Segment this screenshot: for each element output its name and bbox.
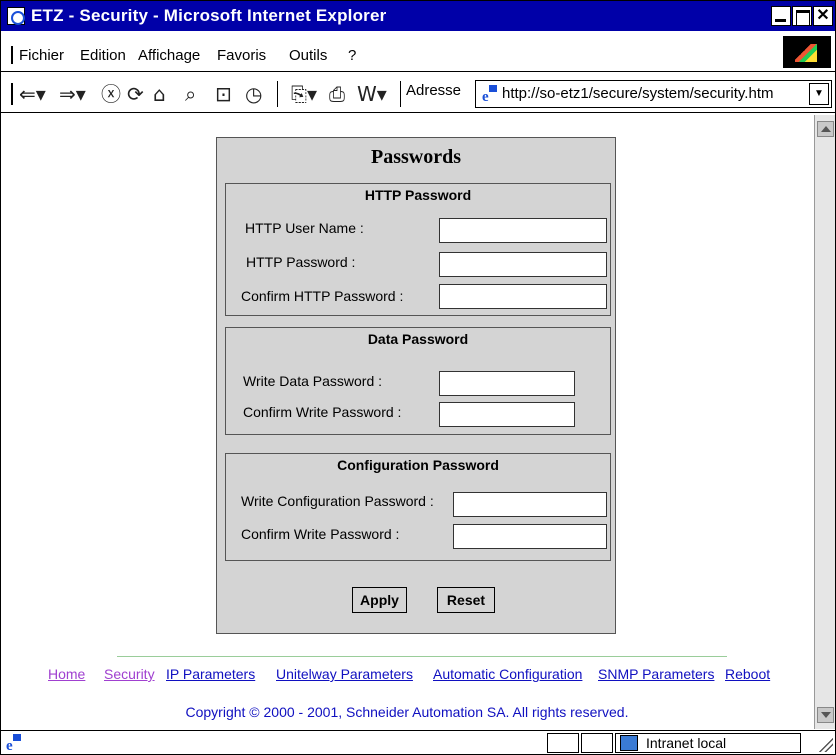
status-panel	[547, 733, 579, 753]
menu-grip[interactable]	[11, 46, 13, 64]
forward-icon[interactable]: ⇒▾	[59, 82, 86, 106]
nav-link-automatic-configuration[interactable]: Automatic Configuration	[433, 666, 582, 682]
title-bar[interactable]: ETZ - Security - Microsoft Internet Expl…	[1, 1, 835, 31]
configuration-password-title: Configuration Password	[337, 457, 499, 473]
panel-title: Passwords	[370, 146, 461, 168]
write-data-password-label: Write Data Password :	[243, 373, 383, 389]
passwords-panel: Passwords HTTP Password HTTP User Name :…	[216, 137, 616, 634]
confirm-http-password-label: Confirm HTTP Password :	[241, 288, 404, 304]
menu-outils[interactable]: Outils	[289, 47, 327, 64]
http-password-label: HTTP Password :	[246, 254, 356, 270]
confirm-write-configuration-password-input[interactable]	[453, 524, 607, 549]
edit-icon[interactable]: W▾	[357, 82, 387, 106]
status-bar: e Intranet local	[1, 730, 835, 754]
address-dropdown-icon[interactable]: ▼	[809, 83, 829, 105]
toolbar-separator	[400, 81, 401, 107]
nav-link-security[interactable]: Security	[104, 666, 155, 682]
internet-explorer-icon	[7, 7, 25, 25]
http-password-input[interactable]	[439, 252, 607, 277]
security-zone-label: Intranet local	[646, 735, 727, 751]
back-icon[interactable]: ⇐▾	[19, 82, 46, 106]
page-status-icon: e	[4, 734, 22, 752]
data-password-group: Data Password Write Data Password : Conf…	[225, 327, 611, 435]
write-configuration-password-label: Write Configuration Password :	[241, 493, 434, 509]
nav-link-reboot[interactable]: Reboot	[725, 666, 770, 682]
http-user-name-label: HTTP User Name :	[245, 220, 364, 236]
scroll-down-icon[interactable]	[817, 707, 834, 723]
confirm-write-data-password-label: Confirm Write Password :	[243, 404, 402, 420]
nav-link-unitelway-parameters[interactable]: Unitelway Parameters	[276, 666, 413, 682]
window-title: ETZ - Security - Microsoft Internet Expl…	[31, 6, 387, 25]
menu-bar: Fichier Edition Affichage Favoris Outils…	[1, 32, 835, 72]
svg-text:e: e	[6, 738, 13, 752]
confirm-http-password-input[interactable]	[439, 284, 607, 309]
confirm-write-configuration-password-label: Confirm Write Password :	[241, 526, 400, 542]
http-user-name-input[interactable]	[439, 218, 607, 243]
home-icon[interactable]: ⌂	[153, 82, 166, 106]
toolbar-grip[interactable]	[11, 83, 13, 105]
page-icon: e	[480, 85, 498, 103]
toolbar-separator	[277, 81, 278, 107]
close-button[interactable]: ✕	[813, 6, 833, 26]
configuration-password-group: Configuration Password Write Configurati…	[225, 453, 611, 561]
http-password-title: HTTP Password	[364, 187, 472, 203]
toolbar: ⇐▾ ⇒▾ ⓧ ⟳ ⌂ ⌕ ⊡ ◷ ⎘▾ ⎙ W▾ Adresse e http…	[1, 73, 835, 113]
refresh-icon[interactable]: ⟳	[127, 82, 144, 106]
data-password-title: Data Password	[367, 331, 469, 347]
search-icon[interactable]: ⌕	[185, 82, 196, 106]
svg-text:e: e	[482, 89, 489, 103]
nav-link-home[interactable]: Home	[48, 666, 85, 682]
mail-icon[interactable]: ⎘▾	[291, 82, 317, 106]
security-zone: Intranet local	[615, 733, 801, 753]
menu-edition[interactable]: Edition	[80, 47, 126, 64]
http-password-group: HTTP Password HTTP User Name : HTTP Pass…	[225, 183, 611, 316]
minimize-button[interactable]	[771, 6, 791, 26]
address-label: Adresse	[406, 82, 462, 99]
history-icon[interactable]: ◷	[245, 82, 262, 106]
address-input[interactable]: http://so-etz1/secure/system/security.ht…	[502, 85, 773, 102]
resize-grip-icon[interactable]	[817, 736, 833, 752]
menu-help[interactable]: ?	[348, 47, 356, 64]
apply-button[interactable]: Apply	[352, 587, 407, 613]
print-icon[interactable]: ⎙	[329, 82, 345, 106]
vertical-scrollbar[interactable]	[814, 115, 835, 729]
intranet-zone-icon	[620, 735, 638, 751]
address-bar[interactable]: e http://so-etz1/secure/system/security.…	[475, 80, 832, 108]
menu-fichier[interactable]: Fichier	[19, 47, 64, 64]
copyright-text: Copyright © 2000 - 2001, Schneider Autom…	[185, 704, 629, 720]
nav-link-ip-parameters[interactable]: IP Parameters	[166, 666, 255, 682]
maximize-button[interactable]	[792, 6, 812, 26]
menu-favoris[interactable]: Favoris	[217, 47, 266, 64]
scroll-up-icon[interactable]	[817, 121, 834, 137]
browser-window: ETZ - Security - Microsoft Internet Expl…	[0, 0, 836, 755]
write-data-password-input[interactable]	[439, 371, 575, 396]
favorites-icon[interactable]: ⊡	[215, 82, 232, 106]
confirm-write-data-password-input[interactable]	[439, 402, 575, 427]
footer-divider	[117, 656, 727, 657]
menu-affichage[interactable]: Affichage	[138, 47, 200, 64]
nav-link-snmp-parameters[interactable]: SNMP Parameters	[598, 666, 714, 682]
reset-button[interactable]: Reset	[437, 587, 495, 613]
write-configuration-password-input[interactable]	[453, 492, 607, 517]
stop-icon[interactable]: ⓧ	[101, 82, 121, 106]
windows-logo-icon	[783, 36, 831, 68]
status-panel	[581, 733, 613, 753]
